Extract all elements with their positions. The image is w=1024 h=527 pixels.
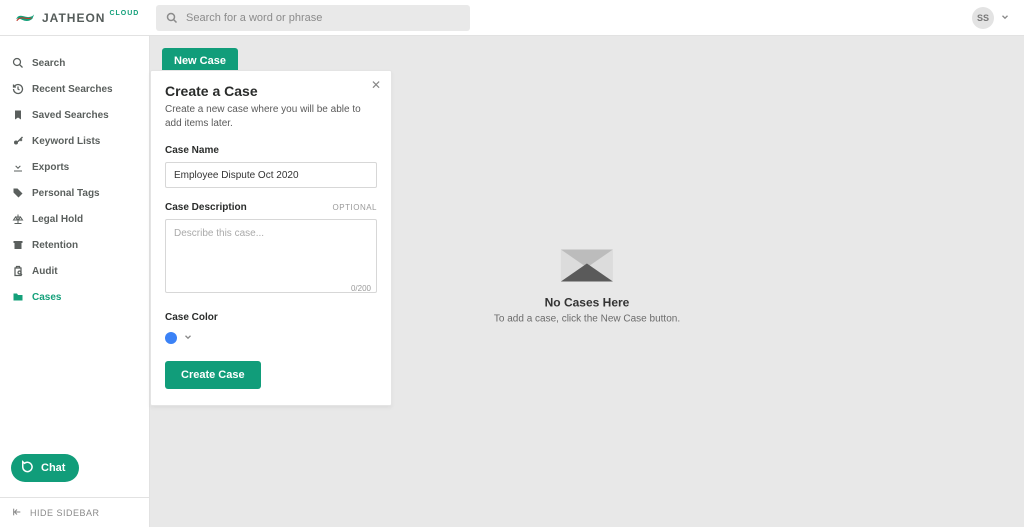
folder-icon (12, 291, 24, 303)
download-icon (12, 161, 24, 173)
case-description-field: Case Description OPTIONAL 0/200 (165, 202, 377, 298)
avatar: SS (972, 7, 994, 29)
sidebar-item-saved-searches[interactable]: Saved Searches (0, 102, 149, 128)
close-button[interactable]: ✕ (371, 79, 381, 91)
global-search (156, 5, 470, 31)
sidebar-item-label: Recent Searches (32, 84, 113, 95)
modal-subtitle: Create a new case where you will be able… (165, 103, 377, 131)
sidebar-item-audit[interactable]: Audit (0, 258, 149, 284)
case-description-label: Case Description (165, 202, 247, 213)
dragon-icon (14, 10, 36, 26)
sidebar-item-label: Exports (32, 162, 69, 173)
sidebar-item-legal-hold[interactable]: Legal Hold (0, 206, 149, 232)
case-name-input[interactable] (165, 162, 377, 188)
close-icon: ✕ (371, 78, 381, 92)
sidebar-item-cases[interactable]: Cases (0, 284, 149, 310)
sidebar-item-exports[interactable]: Exports (0, 154, 149, 180)
sidebar-item-label: Audit (32, 266, 58, 277)
create-case-modal: ✕ Create a Case Create a new case where … (150, 70, 392, 406)
sidebar-item-retention[interactable]: Retention (0, 232, 149, 258)
sidebar-item-label: Saved Searches (32, 110, 109, 121)
search-icon (166, 12, 178, 24)
case-name-label: Case Name (165, 145, 377, 156)
user-menu[interactable]: SS (972, 7, 1010, 29)
modal-title: Create a Case (165, 83, 377, 99)
audit-icon (12, 265, 24, 277)
case-name-field: Case Name (165, 145, 377, 188)
sidebar-item-label: Search (32, 58, 65, 69)
scales-icon (12, 213, 24, 225)
hide-sidebar-button[interactable]: HIDE SIDEBAR (0, 497, 149, 527)
history-icon (12, 83, 24, 95)
chat-label: Chat (41, 462, 65, 474)
sidebar-item-label: Keyword Lists (32, 136, 100, 147)
chevron-down-icon (1000, 9, 1010, 27)
optional-badge: OPTIONAL (333, 203, 377, 212)
sidebar-item-label: Legal Hold (32, 214, 83, 225)
color-swatch[interactable] (165, 332, 177, 344)
archive-icon (12, 239, 24, 251)
sidebar-item-label: Personal Tags (32, 188, 100, 199)
sidebar-item-keyword-lists[interactable]: Keyword Lists (0, 128, 149, 154)
logo-text: JATHEON (42, 11, 105, 25)
hide-sidebar-label: HIDE SIDEBAR (30, 508, 100, 518)
sidebar-item-personal-tags[interactable]: Personal Tags (0, 180, 149, 206)
key-icon (12, 135, 24, 147)
envelope-icon (557, 239, 617, 283)
chat-button[interactable]: Chat (11, 454, 79, 482)
collapse-icon (12, 507, 22, 519)
case-color-label: Case Color (165, 312, 377, 323)
case-color-field: Case Color (165, 312, 377, 347)
header: JATHEON CLOUD SS (0, 0, 1024, 36)
search-input[interactable] (156, 5, 470, 31)
bookmark-icon (12, 109, 24, 121)
sidebar-item-recent-searches[interactable]: Recent Searches (0, 76, 149, 102)
empty-state: No Cases Here To add a case, click the N… (494, 239, 680, 324)
nav: Search Recent Searches Saved Searches Ke… (0, 50, 149, 310)
sidebar-item-label: Retention (32, 240, 78, 251)
chevron-down-icon[interactable] (183, 329, 193, 347)
tag-icon (12, 187, 24, 199)
sidebar-item-search[interactable]: Search (0, 50, 149, 76)
chat-icon (21, 460, 35, 477)
main: New Case No Cases Here To add a case, cl… (150, 36, 1024, 527)
empty-title: No Cases Here (494, 295, 680, 309)
case-description-input[interactable] (165, 219, 377, 293)
sidebar: Search Recent Searches Saved Searches Ke… (0, 36, 150, 527)
logo[interactable]: JATHEON CLOUD (0, 10, 156, 26)
sidebar-item-label: Cases (32, 292, 61, 303)
search-icon (12, 57, 24, 69)
create-case-button[interactable]: Create Case (165, 361, 261, 389)
empty-subtitle: To add a case, click the New Case button… (494, 313, 680, 324)
logo-cloud-text: CLOUD (109, 10, 139, 17)
